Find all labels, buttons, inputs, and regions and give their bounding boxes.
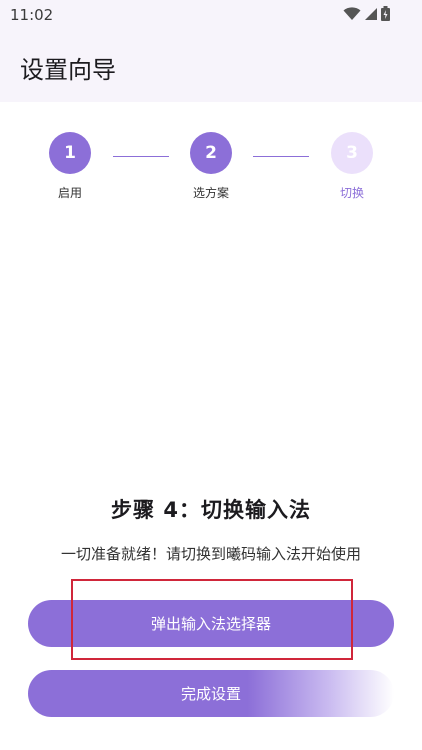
step-2-circle: 2 (190, 132, 232, 174)
step-description: 一切准备就绪！请切换到曦码输入法开始使用 (60, 545, 361, 563)
wifi-icon (343, 6, 361, 25)
step-2-label: 选方案 (192, 186, 229, 200)
status-icons (343, 5, 390, 25)
highlight-box (71, 579, 353, 660)
step-1-label: 启用 (57, 186, 82, 200)
finish-setup-button[interactable]: 完成设置 (28, 670, 394, 717)
step-connector-1 (113, 156, 169, 157)
step-heading: 步骤 4：切换输入法 (111, 498, 311, 522)
step-3-label: 切换 (339, 186, 364, 200)
app-bar: 设置向导 (0, 30, 422, 102)
step-connector-2 (253, 156, 309, 157)
page-title: 设置向导 (20, 56, 116, 84)
step-3-circle: 3 (331, 132, 373, 174)
status-bar: 11:02 (0, 0, 422, 30)
step-1-circle: 1 (49, 132, 91, 174)
battery-icon (381, 5, 390, 25)
status-time: 11:02 (10, 6, 54, 24)
signal-icon (364, 6, 378, 25)
